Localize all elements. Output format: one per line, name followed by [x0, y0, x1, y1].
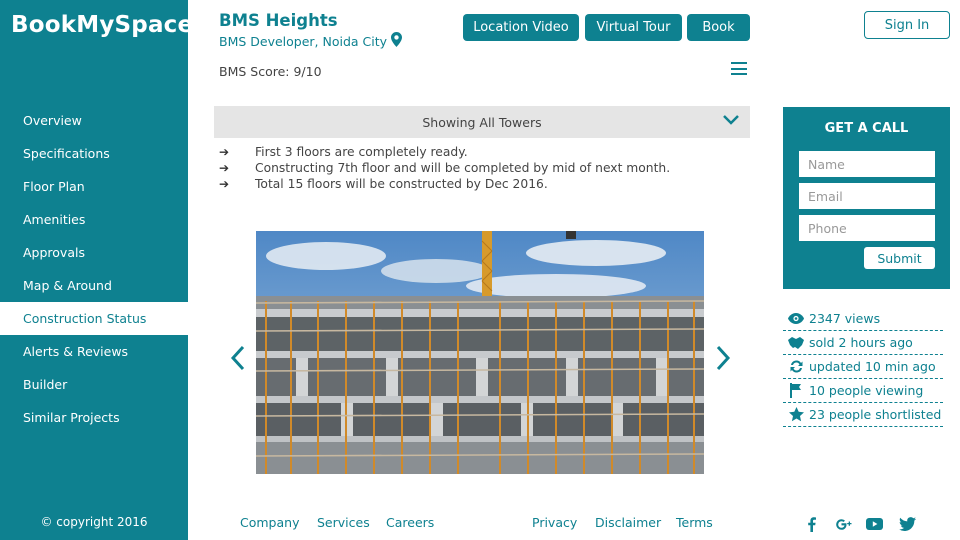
list-item: ➔ Constructing 7th floor and will be comp… — [219, 161, 671, 175]
stat-updated: updated 10 min ago — [783, 355, 943, 379]
get-a-call-title: GET A CALL — [824, 121, 909, 136]
footer-link-disclaimer[interactable]: Disclaimer — [595, 515, 661, 530]
handshake-icon — [783, 336, 809, 349]
sidebar-item-map-around[interactable]: Map & Around — [0, 269, 188, 302]
location-video-button[interactable]: Location Video — [463, 14, 579, 41]
sign-in-button[interactable]: Sign In — [864, 11, 950, 39]
tower-selector[interactable]: Showing All Towers — [214, 106, 750, 138]
submit-button[interactable]: Submit — [864, 247, 935, 269]
sidebar-item-amenities[interactable]: Amenities — [0, 203, 188, 236]
refresh-icon — [783, 359, 809, 374]
name-field[interactable] — [799, 151, 935, 177]
construction-photo — [256, 231, 704, 474]
twitter-icon[interactable] — [898, 516, 916, 532]
footer-link-terms[interactable]: Terms — [676, 515, 713, 530]
flag-icon — [783, 383, 809, 398]
get-a-call-panel: GET A CALL Submit — [783, 107, 950, 289]
footer-link-privacy[interactable]: Privacy — [532, 515, 577, 530]
sidebar-item-floor-plan[interactable]: Floor Plan — [0, 170, 188, 203]
sidebar-item-construction-status[interactable]: Construction Status — [0, 302, 188, 335]
construction-updates: ➔ First 3 floors are completely ready. ➔ C… — [219, 144, 670, 192]
project-developer[interactable]: BMS Developer, Noida City — [219, 32, 403, 50]
bms-score: BMS Score: 9/10 — [219, 64, 322, 79]
list-item: ➔ First 3 floors are completely ready. — [219, 145, 468, 159]
carousel-next-icon[interactable] — [713, 343, 733, 373]
developer-label: BMS Developer, Noida City — [219, 33, 388, 49]
star-icon — [783, 407, 809, 422]
sidebar-item-similar-projects[interactable]: Similar Projects — [0, 401, 188, 434]
copyright: © copyright 2016 — [40, 515, 148, 529]
logo[interactable]: BookMySpace — [11, 12, 193, 38]
eye-icon — [783, 313, 809, 324]
footer-link-careers[interactable]: Careers — [386, 515, 434, 530]
stat-viewing: 10 people viewing — [783, 379, 943, 403]
carousel-prev-icon[interactable] — [228, 343, 248, 373]
virtual-tour-button[interactable]: Virtual Tour — [585, 14, 682, 41]
sidebar-item-approvals[interactable]: Approvals — [0, 236, 188, 269]
youtube-icon[interactable] — [865, 516, 883, 532]
sidebar: BookMySpace Overview Specifications Floo… — [0, 0, 193, 540]
sidebar-nav: Overview Specifications Floor Plan Ameni… — [0, 104, 188, 434]
footer-link-company[interactable]: Company — [240, 515, 299, 530]
google-icon[interactable] — [835, 516, 853, 532]
arrow-right-icon: ➔ — [219, 161, 230, 175]
project-stats: 2347 views sold 2 hours ago updated 10 m… — [783, 307, 943, 427]
sidebar-item-alerts-reviews[interactable]: Alerts & Reviews — [0, 335, 188, 368]
stat-views: 2347 views — [783, 307, 943, 331]
sidebar-item-overview[interactable]: Overview — [0, 104, 188, 137]
tower-selector-label: Showing All Towers — [422, 114, 542, 130]
arrow-right-icon: ➔ — [219, 177, 230, 191]
arrow-right-icon: ➔ — [219, 145, 230, 159]
phone-field[interactable] — [799, 215, 935, 241]
location-pin-icon — [391, 32, 403, 50]
footer-link-services[interactable]: Services — [317, 515, 370, 530]
chevron-down-icon — [722, 113, 740, 130]
stat-sold: sold 2 hours ago — [783, 331, 943, 355]
email-field[interactable] — [799, 183, 935, 209]
book-button[interactable]: Book — [687, 14, 750, 41]
menu-icon[interactable] — [731, 62, 747, 75]
sidebar-item-builder[interactable]: Builder — [0, 368, 188, 401]
project-title: BMS Heights — [219, 11, 338, 30]
stat-shortlisted: 23 people shortlisted — [783, 403, 943, 427]
list-item: ➔ Total 15 floors will be constructed by … — [219, 177, 548, 191]
facebook-icon[interactable] — [802, 516, 820, 532]
sidebar-item-specifications[interactable]: Specifications — [0, 137, 188, 170]
